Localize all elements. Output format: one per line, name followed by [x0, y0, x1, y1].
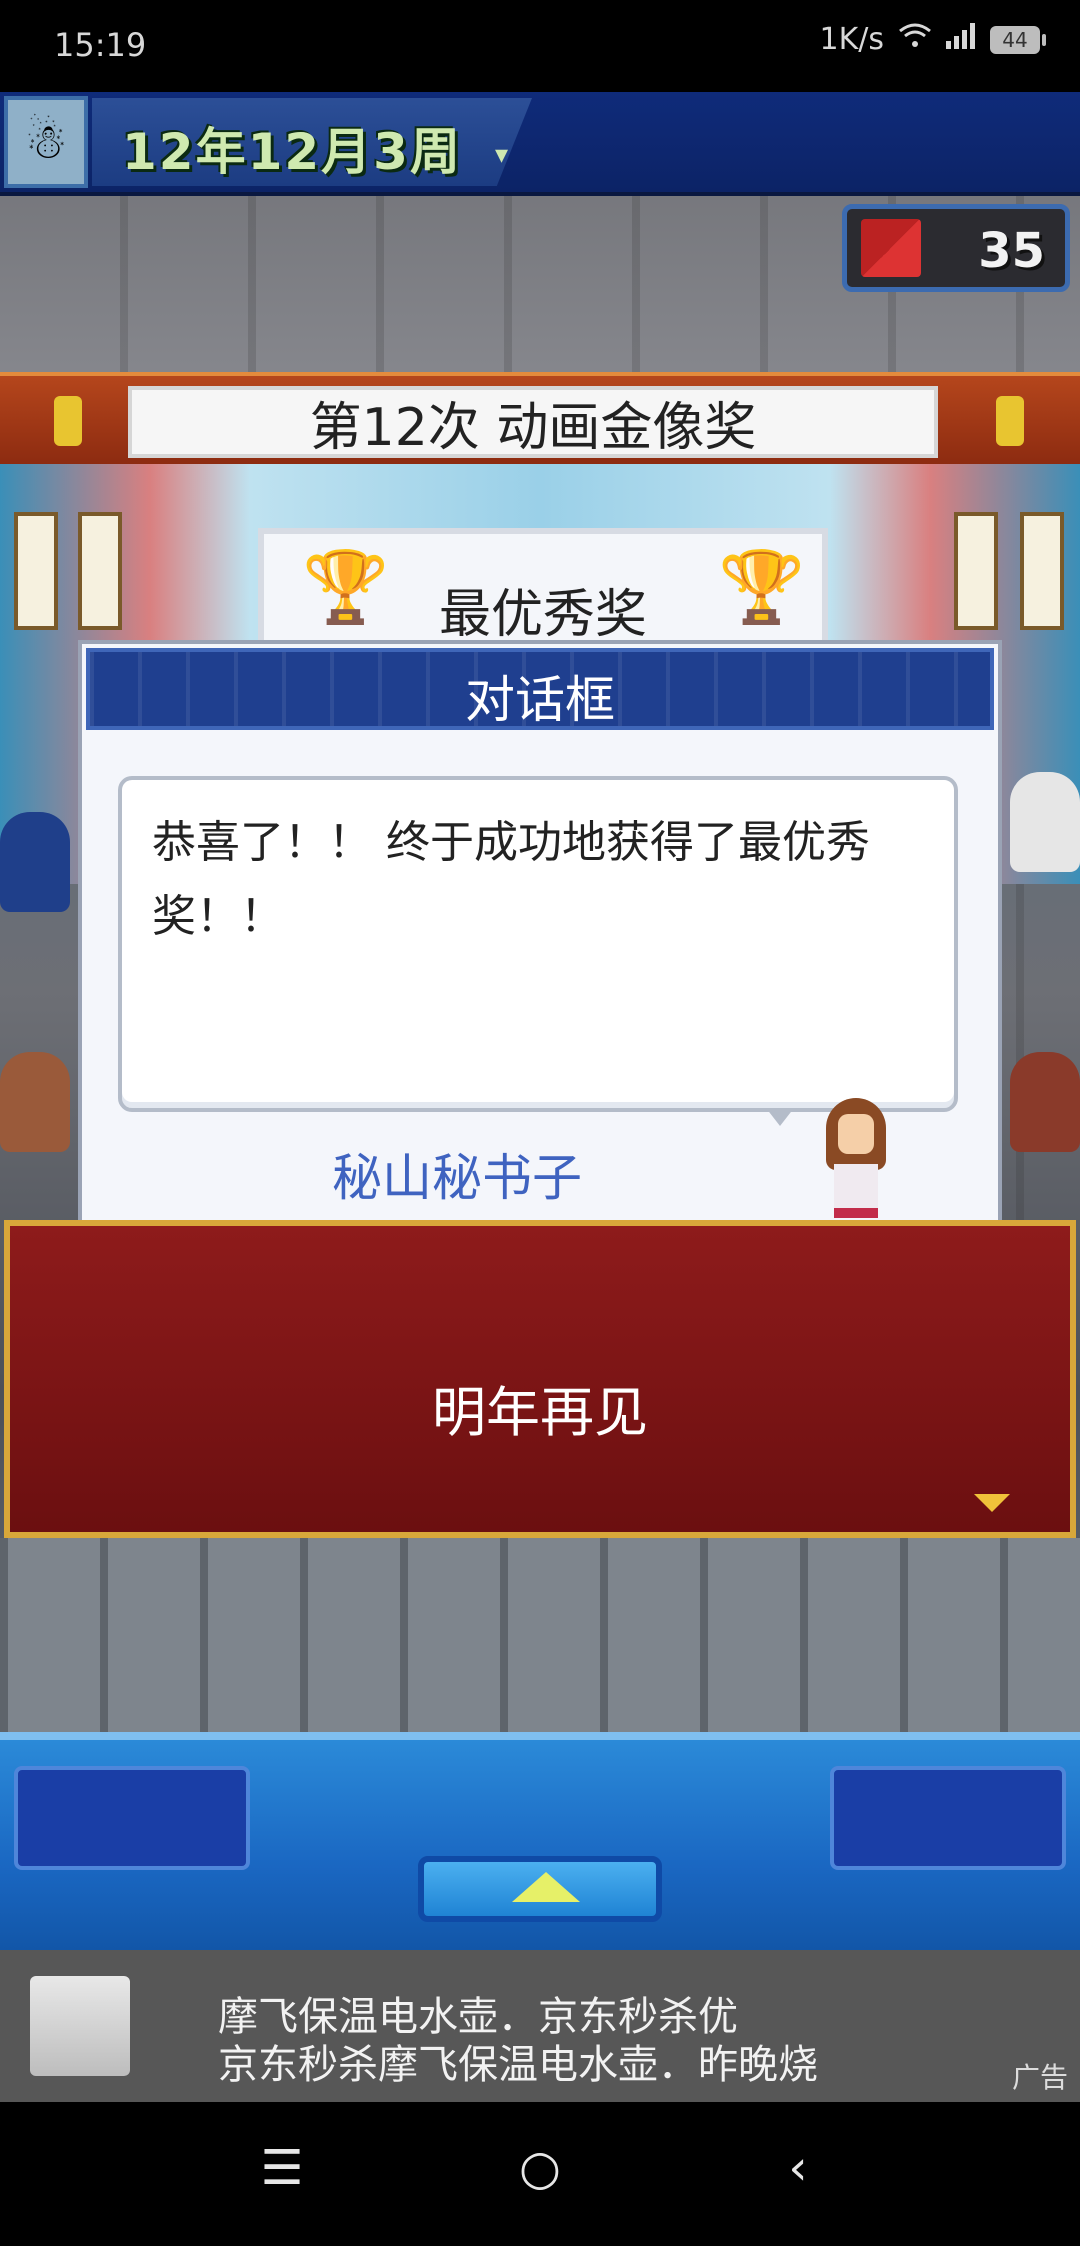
back-icon[interactable]: ‹ — [758, 2140, 838, 2196]
ad-banner[interactable]: 摩飞保温电水壶．京东秒杀优 京东秒杀摩飞保温电水壶．昨晚烧 广告 — [0, 1950, 1080, 2102]
lantern-icon — [14, 512, 58, 630]
dialog-title: 对话框 — [465, 671, 615, 729]
dialog-box[interactable]: 对话框 恭喜了！！ 终于成功地获得了最优秀奖！！ 秘山秘书子 — [78, 640, 1002, 1230]
control-bar — [0, 1732, 1080, 1950]
network-speed: 1K/s — [819, 22, 885, 57]
wifi-icon — [898, 22, 932, 57]
dialog-header: 对话框 — [86, 648, 994, 730]
npc-character — [1010, 772, 1080, 872]
left-menu-button[interactable] — [14, 1766, 250, 1870]
lantern-icon — [78, 512, 122, 630]
lamp-icon — [54, 396, 82, 446]
top-bar: ☃ 12年12月3周 ▾ — [0, 92, 1080, 196]
chevron-down-icon[interactable]: ▾ — [495, 140, 508, 170]
speech-bubble: 恭喜了！！ 终于成功地获得了最优秀奖！！ — [118, 776, 958, 1112]
lantern-icon — [1020, 512, 1064, 630]
menu-icon[interactable]: ☰ — [242, 2140, 322, 2196]
game-screen[interactable]: ☃ 12年12月3周 ▾ 35 第12次 动画金像奖 🏆 最优秀奖 🏆 对话框 … — [0, 92, 1080, 1950]
battery-icon: 44 — [990, 25, 1046, 54]
right-menu-button[interactable] — [830, 1766, 1066, 1870]
status-time: 15:19 — [54, 26, 147, 64]
expand-up-button[interactable] — [418, 1856, 662, 1922]
bubble-tail — [766, 1108, 794, 1126]
npc-character — [0, 812, 70, 912]
status-icons: 1K/s 44 — [819, 22, 1046, 57]
research-counter[interactable]: 35 — [842, 204, 1070, 292]
ad-line-2[interactable]: 京东秒杀摩飞保温电水壶．昨晚烧 — [218, 2032, 818, 2090]
signal-icon — [946, 22, 976, 57]
continue-arrow-icon[interactable] — [974, 1494, 1010, 1512]
nav-bar: ☰ ○ ‹ — [0, 2102, 1080, 2246]
lantern-icon — [954, 512, 998, 630]
message-panel[interactable]: 明年再见 — [4, 1220, 1076, 1538]
lamp-icon — [996, 396, 1024, 446]
snowman-icon[interactable]: ☃ — [4, 96, 88, 188]
npc-character — [1010, 1052, 1080, 1152]
npc-character — [0, 1052, 70, 1152]
award-title: 第12次 动画金像奖 — [128, 386, 938, 458]
books-icon — [861, 219, 921, 277]
secretary-portrait — [820, 1098, 892, 1218]
speaker-name: 秘山秘书子 — [332, 1149, 582, 1207]
farewell-text: 明年再见 — [432, 1381, 648, 1444]
dialog-message: 恭喜了！！ 终于成功地获得了最优秀奖！！ — [152, 817, 870, 942]
ad-tag: 广告 — [1011, 2061, 1068, 2094]
home-icon[interactable]: ○ — [500, 2140, 580, 2196]
trophy-icon: 🏆 — [718, 546, 806, 628]
award-banner: 第12次 动画金像奖 — [0, 372, 1080, 472]
status-bar: 15:19 1K/s 44 — [0, 0, 1080, 92]
game-date[interactable]: 12年12月3周 — [122, 112, 462, 184]
counter-value: 35 — [978, 223, 1045, 279]
ad-image[interactable] — [30, 1976, 130, 2076]
